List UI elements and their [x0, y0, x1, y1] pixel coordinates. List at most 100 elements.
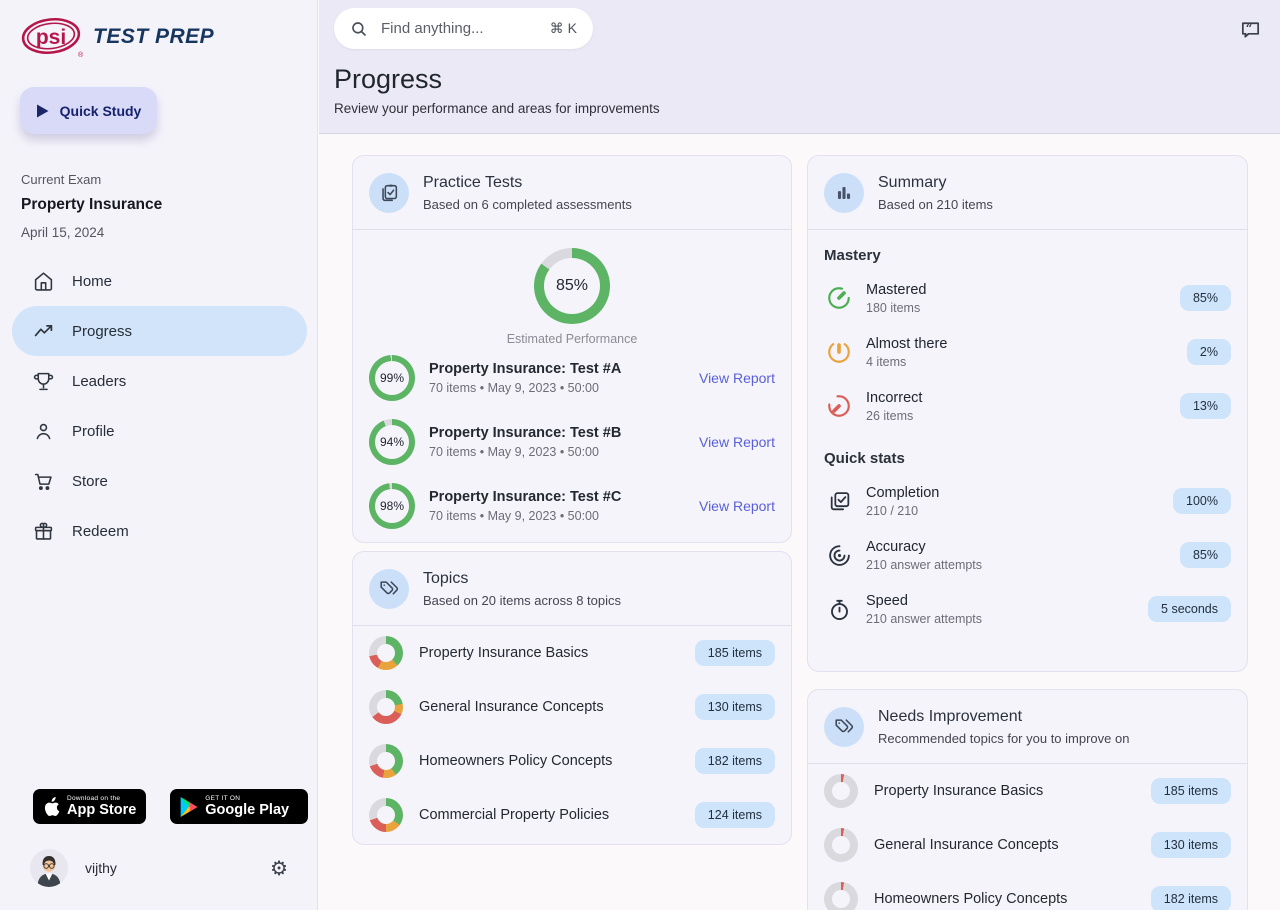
- test-meta: 70 items • May 9, 2023 • 50:00: [429, 509, 621, 523]
- stat-sub: 210 answer attempts: [866, 558, 982, 572]
- card-title: Needs Improvement: [878, 708, 1129, 726]
- sidebar-item-profile[interactable]: Profile: [12, 406, 307, 456]
- sidebar-item-label: Progress: [72, 323, 132, 340]
- topic-donut: [369, 798, 403, 832]
- stat-sub: 180 items: [866, 301, 926, 315]
- topic-name: Property Insurance Basics: [419, 645, 588, 661]
- psi-logo-icon: psi ®: [20, 14, 84, 60]
- top-header: ⌘ K “ Progress Review your performance a…: [319, 0, 1280, 134]
- stat-label: Completion: [866, 485, 939, 501]
- settings-gear-icon[interactable]: ⚙: [270, 858, 288, 878]
- google-play-badge[interactable]: GET IT ON Google Play: [170, 789, 308, 824]
- topic-name: Homeowners Policy Concepts: [874, 891, 1067, 907]
- summary-card: Summary Based on 210 items Mastery Maste…: [807, 155, 1248, 672]
- practice-tests-header: Practice Tests Based on 6 completed asse…: [353, 156, 791, 230]
- badge-top-text: GET IT ON: [205, 795, 289, 802]
- items-badge: 182 items: [1151, 886, 1231, 910]
- brand-name: TEST PREP: [93, 25, 214, 49]
- stat-label: Incorrect: [866, 390, 922, 406]
- stat-sub: 4 items: [866, 355, 947, 369]
- test-row: 94% Property Insurance: Test #B 70 items…: [353, 410, 791, 474]
- bar-chart-icon: [824, 173, 864, 213]
- search-icon: [350, 20, 368, 38]
- gauge-incorrect-icon: [824, 393, 854, 419]
- topic-row: Property Insurance Basics 185 items: [353, 626, 791, 680]
- stat-label: Speed: [866, 593, 982, 609]
- stat-sub: 210 / 210: [866, 504, 939, 518]
- stat-sub: 210 answer attempts: [866, 612, 982, 626]
- view-report-link[interactable]: View Report: [699, 370, 775, 386]
- test-meta: 70 items • May 9, 2023 • 50:00: [429, 445, 621, 459]
- quick-stat-row: Speed 210 answer attempts 5 seconds: [808, 582, 1247, 636]
- card-subtitle: Based on 210 items: [878, 197, 993, 212]
- search-shortcut: ⌘ K: [550, 20, 577, 37]
- stat-sub: 26 items: [866, 409, 922, 423]
- svg-text:“: “: [1246, 21, 1253, 35]
- summary-header: Summary Based on 210 items: [808, 156, 1247, 230]
- sidebar-item-leaders[interactable]: Leaders: [12, 356, 307, 406]
- card-subtitle: Based on 20 items across 8 topics: [423, 593, 621, 608]
- test-name: Property Insurance: Test #A: [429, 361, 621, 377]
- quick-study-label: Quick Study: [60, 103, 142, 119]
- topic-donut: [824, 828, 858, 862]
- current-exam-label: Current Exam: [21, 172, 101, 187]
- estimated-performance: 85% Estimated Performance: [353, 230, 791, 346]
- sidebar-nav: Home Progress Leaders Profile Store: [12, 256, 307, 556]
- sidebar-item-label: Home: [72, 273, 112, 290]
- quick-stat-row: Accuracy 210 answer attempts 85%: [808, 528, 1247, 582]
- tags-icon: [369, 569, 409, 609]
- topic-row: General Insurance Concepts 130 items: [353, 680, 791, 734]
- search-bar[interactable]: ⌘ K: [334, 8, 593, 49]
- page-title: Progress: [334, 64, 442, 95]
- view-report-link[interactable]: View Report: [699, 498, 775, 514]
- percent-badge: 13%: [1180, 393, 1231, 419]
- feedback-icon[interactable]: “: [1239, 18, 1262, 41]
- items-badge: 130 items: [695, 694, 775, 720]
- trophy-icon: [33, 371, 54, 392]
- test-name: Property Insurance: Test #B: [429, 425, 621, 441]
- apple-icon: [43, 797, 60, 817]
- topic-donut: [369, 744, 403, 778]
- search-input[interactable]: [379, 19, 513, 38]
- sidebar-item-redeem[interactable]: Redeem: [12, 506, 307, 556]
- gift-icon: [33, 521, 54, 542]
- google-play-icon: [180, 797, 198, 817]
- card-subtitle: Recommended topics for you to improve on: [878, 731, 1129, 746]
- sidebar-item-progress[interactable]: Progress: [12, 306, 307, 356]
- items-badge: 185 items: [695, 640, 775, 666]
- topic-name: General Insurance Concepts: [874, 837, 1059, 853]
- test-row: 98% Property Insurance: Test #C 70 items…: [353, 474, 791, 538]
- tags-icon: [824, 707, 864, 747]
- card-title: Practice Tests: [423, 174, 632, 192]
- percent-badge: 85%: [1180, 285, 1231, 311]
- quick-study-button[interactable]: Quick Study: [20, 87, 157, 134]
- topic-row: Homeowners Policy Concepts 182 items: [353, 734, 791, 788]
- percent-badge: 85%: [1180, 542, 1231, 568]
- percent-badge: 2%: [1187, 339, 1231, 365]
- quick-stats-heading: Quick stats: [808, 433, 1247, 474]
- badge-bottom-text: Google Play: [205, 803, 289, 818]
- topic-name: Homeowners Policy Concepts: [419, 753, 612, 769]
- performance-caption: Estimated Performance: [353, 332, 791, 346]
- avatar[interactable]: [30, 849, 68, 887]
- accuracy-target-icon: [824, 543, 854, 568]
- page-subtitle: Review your performance and areas for im…: [334, 101, 660, 116]
- cart-icon: [33, 471, 54, 492]
- test-row: 99% Property Insurance: Test #A 70 items…: [353, 346, 791, 410]
- sidebar-item-home[interactable]: Home: [12, 256, 307, 306]
- registered-mark: ®: [78, 51, 84, 59]
- app-store-badge[interactable]: Download on the App Store: [33, 789, 146, 824]
- person-icon: [33, 421, 54, 442]
- topic-row: Commercial Property Policies 124 items: [353, 788, 791, 842]
- card-subtitle: Based on 6 completed assessments: [423, 197, 632, 212]
- completion-checklist-icon: [824, 489, 854, 514]
- view-report-link[interactable]: View Report: [699, 434, 775, 450]
- speed-stopwatch-icon: [824, 597, 854, 622]
- main-scroll-area[interactable]: Practice Tests Based on 6 completed asse…: [319, 134, 1280, 910]
- topics-card: Topics Based on 20 items across 8 topics…: [352, 551, 792, 845]
- needs-improvement-card: Needs Improvement Recommended topics for…: [807, 689, 1248, 910]
- sidebar-item-store[interactable]: Store: [12, 456, 307, 506]
- stat-label: Accuracy: [866, 539, 982, 555]
- card-title: Summary: [878, 174, 993, 192]
- brand-logo: psi ® TEST PREP: [20, 14, 214, 60]
